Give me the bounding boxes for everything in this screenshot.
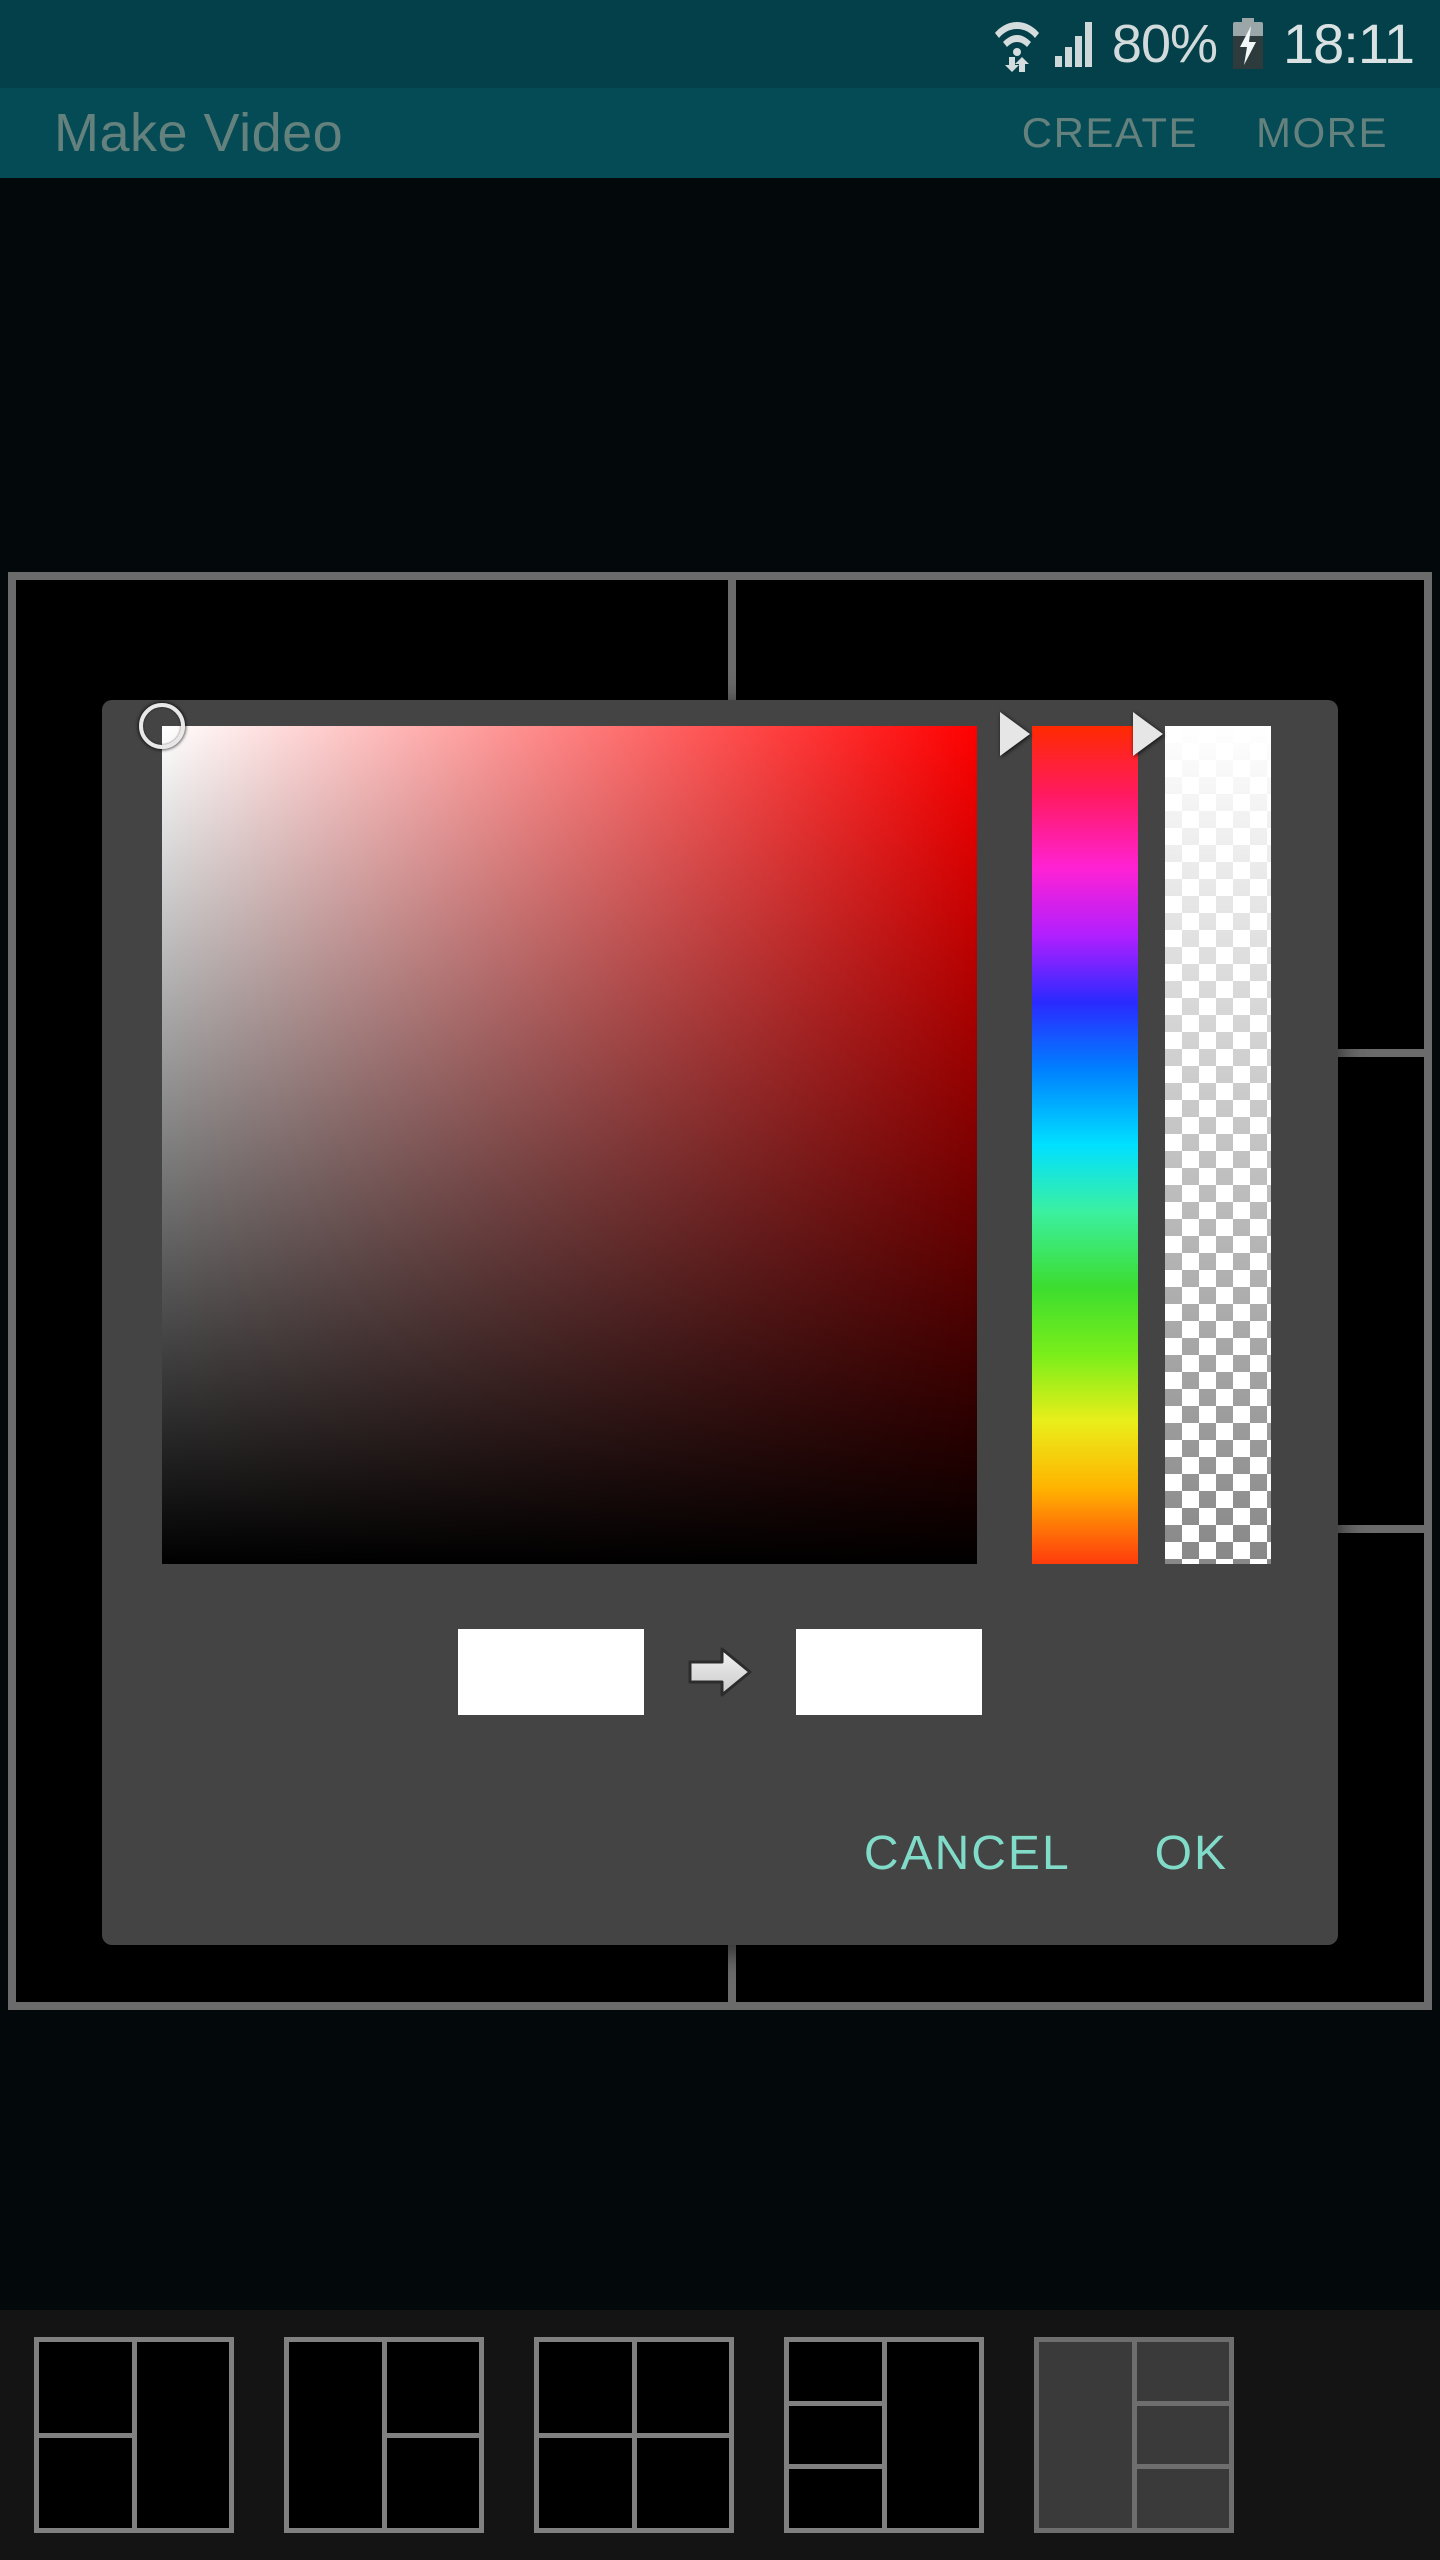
- more-action[interactable]: MORE: [1256, 109, 1388, 157]
- thumb-column-left: [789, 2342, 882, 2529]
- thumb-column-left: [39, 2342, 132, 2528]
- thumb-cell: [789, 2405, 882, 2465]
- new-color-swatch: [796, 1629, 982, 1715]
- app-bar: Make Video CREATE MORE: [0, 88, 1440, 178]
- battery-percent-label: 80%: [1111, 14, 1218, 74]
- thumb-column-left: [1039, 2342, 1132, 2528]
- thumb-cell: [386, 2342, 479, 2433]
- thumb-cell: [886, 2342, 979, 2528]
- thumb-cell: [39, 2437, 132, 2528]
- hue-slider[interactable]: [1032, 726, 1138, 1564]
- dialog-button-row: CANCEL OK: [102, 1826, 1338, 1881]
- thumb-cell: [1136, 2405, 1229, 2465]
- thumb-cell: [136, 2342, 229, 2528]
- thumb-column-right: [386, 2342, 479, 2528]
- alpha-slider-marker-icon[interactable]: [1133, 712, 1163, 756]
- color-picker-dialog[interactable]: CANCEL OK: [102, 700, 1338, 1945]
- thumb-column-right: [1136, 2342, 1229, 2529]
- thumb-column-left: [289, 2342, 382, 2528]
- color-preview-row: [102, 1602, 1338, 1742]
- arrow-right-icon: [688, 1647, 752, 1697]
- thumb-cell: [1039, 2342, 1132, 2528]
- template-left1-right-split2[interactable]: [284, 2337, 484, 2533]
- thumb-cell: [636, 2437, 729, 2528]
- wifi-transfer-icon: [994, 22, 1039, 72]
- thumb-cell: [636, 2342, 729, 2433]
- ok-button[interactable]: OK: [1155, 1826, 1228, 1881]
- color-picker-controls: [102, 700, 1338, 1600]
- template-left-split2-right1[interactable]: [34, 2337, 234, 2533]
- saturation-value-cursor[interactable]: [139, 703, 185, 749]
- thumb-cell: [289, 2342, 382, 2528]
- alpha-slider[interactable]: [1165, 726, 1271, 1564]
- status-bar-icons: 80% 18:11: [994, 16, 1440, 72]
- phone-screen: 80% 18:11 Make Video CREATE MORE CANCEL …: [0, 0, 1440, 2560]
- thumb-column-right: [886, 2342, 979, 2528]
- template-grid-2x2[interactable]: [534, 2337, 734, 2533]
- layout-template-strip[interactable]: [0, 2310, 1440, 2560]
- thumb-cell: [386, 2437, 479, 2528]
- thumb-cell: [539, 2342, 632, 2433]
- hue-slider-marker-icon[interactable]: [1000, 712, 1030, 756]
- cellular-signal-icon: [1054, 22, 1092, 67]
- page-title: Make Video: [54, 103, 344, 163]
- thumb-column-left: [539, 2342, 632, 2528]
- status-clock: 18:11: [1283, 12, 1415, 75]
- template-left-split3-right1[interactable]: [784, 2337, 984, 2533]
- old-color-swatch: [458, 1629, 644, 1715]
- thumb-column-right: [136, 2342, 229, 2528]
- thumb-cell: [1136, 2469, 1229, 2529]
- thumb-cell: [539, 2437, 632, 2528]
- create-action[interactable]: CREATE: [1022, 109, 1198, 157]
- app-bar-actions: CREATE MORE: [1022, 109, 1440, 157]
- thumb-cell: [789, 2469, 882, 2529]
- cancel-button[interactable]: CANCEL: [864, 1826, 1071, 1881]
- template-left1-right-split3[interactable]: [1034, 2337, 1234, 2533]
- saturation-value-square[interactable]: [162, 726, 977, 1564]
- thumb-column-right: [636, 2342, 729, 2528]
- thumb-cell: [789, 2342, 882, 2401]
- status-bar: 80% 18:11: [0, 0, 1440, 88]
- battery-charging-icon: [1233, 18, 1264, 69]
- thumb-cell: [39, 2342, 132, 2433]
- thumb-cell: [1136, 2342, 1229, 2401]
